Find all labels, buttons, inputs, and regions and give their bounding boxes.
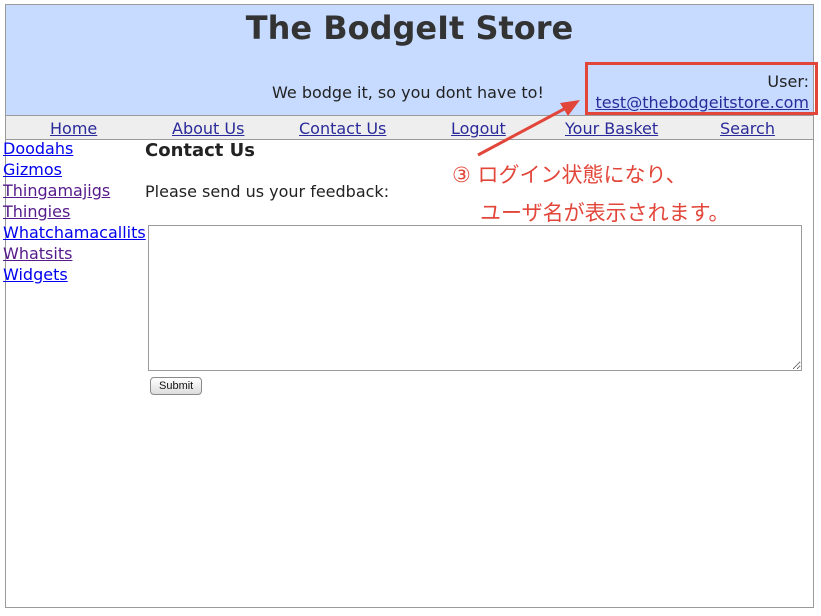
sidebar-item-whatsits[interactable]: Whatsits xyxy=(3,243,146,264)
sidebar-item-whatchamacallits[interactable]: Whatchamacallits xyxy=(3,222,146,243)
annotation-text: ③ ログイン状態になり、 ユーザ名が表示されます。 xyxy=(452,156,729,232)
sidebar-item-thingamajigs[interactable]: Thingamajigs xyxy=(3,180,146,201)
nav-your-basket[interactable]: Your Basket xyxy=(565,119,658,138)
page-title: Contact Us xyxy=(145,140,256,161)
annotation-highlight-box xyxy=(585,62,818,115)
nav-home[interactable]: Home xyxy=(50,119,97,138)
sidebar-item-thingies[interactable]: Thingies xyxy=(3,201,146,222)
site-tagline: We bodge it, so you dont have to! xyxy=(272,83,544,102)
feedback-textarea[interactable] xyxy=(148,225,802,371)
site-title: The BodgeIt Store xyxy=(245,9,574,47)
sidebar-item-gizmos[interactable]: Gizmos xyxy=(3,159,146,180)
nav-logout[interactable]: Logout xyxy=(451,119,506,138)
feedback-prompt: Please send us your feedback: xyxy=(145,182,390,201)
nav-search[interactable]: Search xyxy=(720,119,775,138)
annotation-line-1: ③ ログイン状態になり、 xyxy=(452,163,687,187)
category-sidebar: Doodahs Gizmos Thingamajigs Thingies Wha… xyxy=(3,138,146,285)
nav-contact-us[interactable]: Contact Us xyxy=(299,119,386,138)
sidebar-item-doodahs[interactable]: Doodahs xyxy=(3,138,146,159)
submit-button[interactable]: Submit xyxy=(150,377,203,395)
nav-bar: Home About Us Contact Us Logout Your Bas… xyxy=(6,116,813,140)
nav-about-us[interactable]: About Us xyxy=(172,119,244,138)
annotation-line-2: ユーザ名が表示されます。 xyxy=(480,201,730,225)
sidebar-item-widgets[interactable]: Widgets xyxy=(3,264,146,285)
